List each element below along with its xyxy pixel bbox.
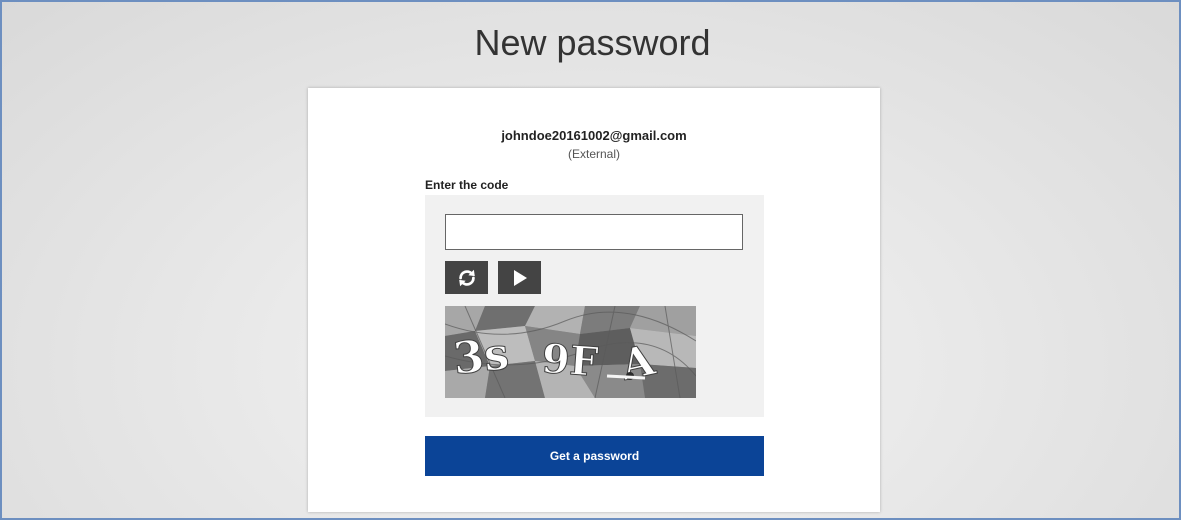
account-type: (External) xyxy=(567,147,620,161)
captcha-panel: 3s 9F A xyxy=(425,195,764,417)
password-card: johndoe20161002@gmail.com (External) Ent… xyxy=(308,88,880,512)
account-email: johndoe20161002@gmail.com xyxy=(501,128,687,143)
audio-captcha-button[interactable] xyxy=(498,261,541,294)
refresh-captcha-button[interactable] xyxy=(445,261,488,294)
code-label: Enter the code xyxy=(425,178,509,192)
page-frame: New password johndoe20161002@gmail.com (… xyxy=(0,0,1181,520)
page-title: New password xyxy=(474,22,711,63)
svg-text:9F: 9F xyxy=(540,335,599,386)
play-icon xyxy=(513,269,527,286)
captcha-code-input[interactable] xyxy=(445,214,743,250)
captcha-image: 3s 9F A xyxy=(445,306,696,398)
get-password-button[interactable]: Get a password xyxy=(425,436,764,476)
refresh-icon xyxy=(458,269,475,286)
svg-text:3s: 3s xyxy=(451,328,511,385)
